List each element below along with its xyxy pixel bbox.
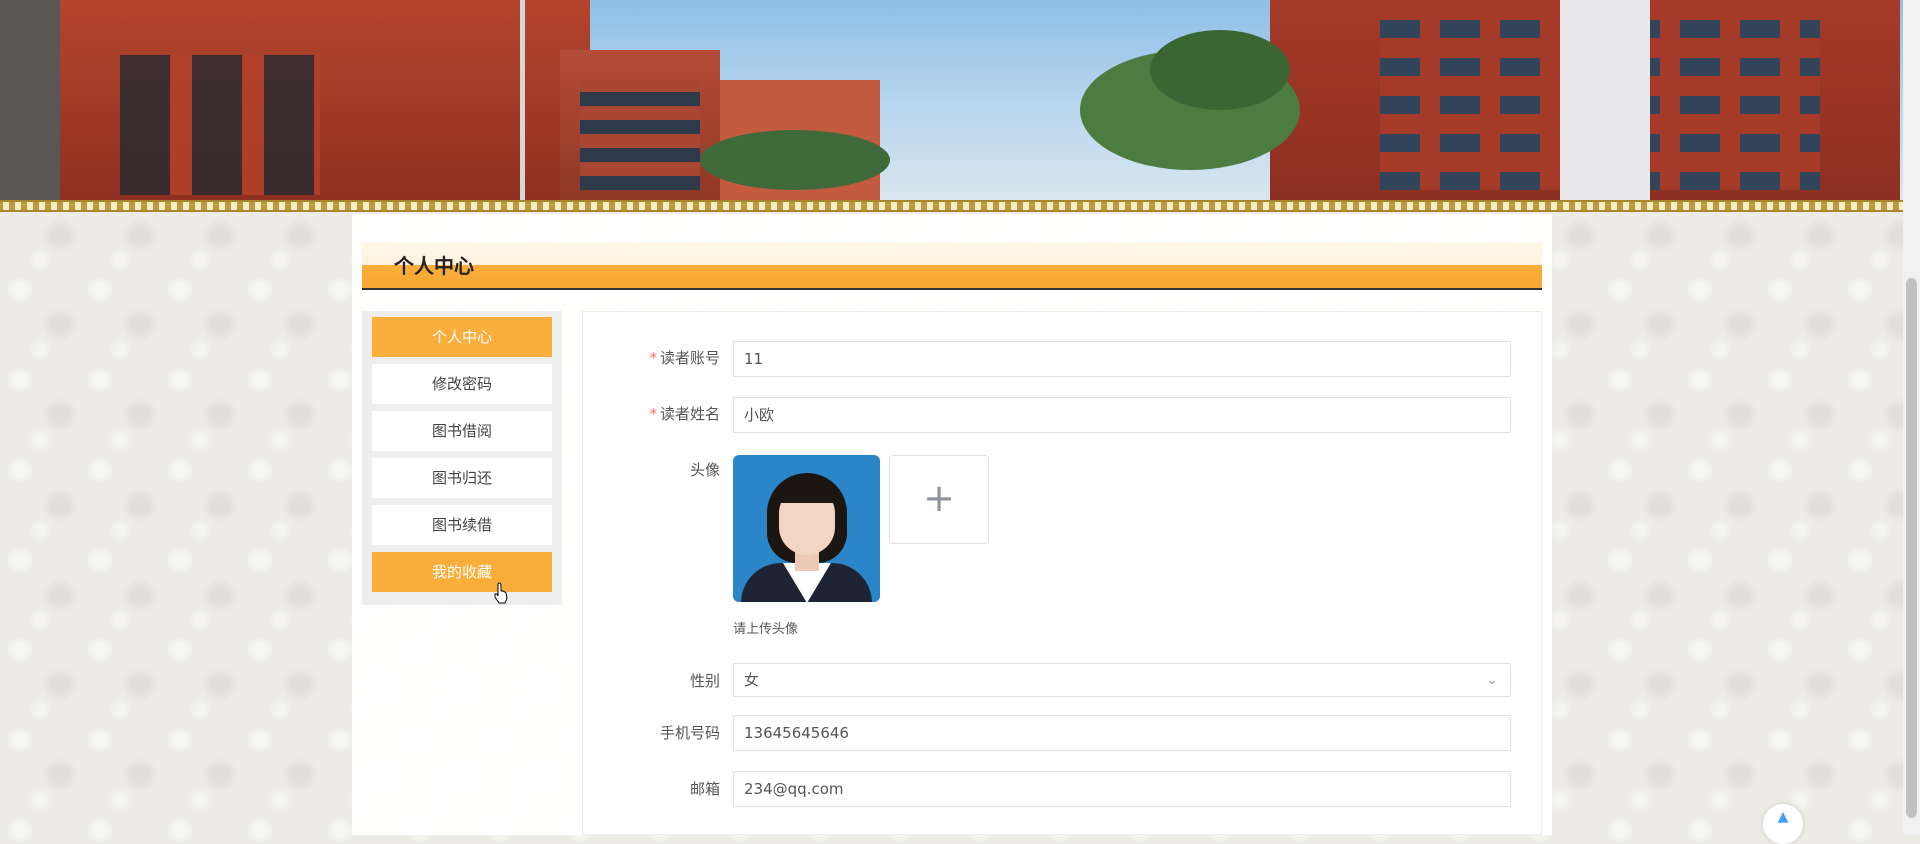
- page-title: 个人中心: [394, 254, 474, 278]
- sidebar-item-book-return[interactable]: 图书归还: [372, 458, 552, 498]
- required-mark: *: [649, 405, 657, 423]
- decorative-border: [0, 200, 1903, 212]
- gender-label: 性别: [689, 672, 720, 690]
- email-label: 邮箱: [689, 780, 720, 798]
- tree: [700, 130, 890, 190]
- flag-pole: [520, 0, 525, 200]
- section-header: 个人中心: [362, 242, 1542, 290]
- hand-cursor-icon: [494, 582, 508, 604]
- account-label: * 读者账号: [649, 349, 720, 367]
- plus-icon: +: [923, 476, 955, 520]
- tree: [1150, 30, 1290, 110]
- upload-avatar-button[interactable]: +: [889, 455, 989, 544]
- account-input[interactable]: 11: [733, 341, 1511, 377]
- building-red-left: [60, 0, 590, 200]
- gender-select[interactable]: 女 ⌄: [733, 663, 1511, 697]
- avatar-image[interactable]: [733, 455, 880, 602]
- page-scrollbar[interactable]: [1903, 0, 1920, 835]
- chevron-down-icon: ⌄: [1486, 672, 1498, 688]
- gender-value: 女: [744, 671, 760, 689]
- sidebar-item-book-borrow[interactable]: 图书借阅: [372, 411, 552, 451]
- sidebar-item-profile[interactable]: 个人中心: [372, 317, 552, 357]
- sidebar-item-my-favorites[interactable]: 我的收藏: [372, 552, 552, 592]
- required-mark: *: [649, 349, 657, 367]
- name-label: * 读者姓名: [649, 405, 720, 423]
- building-mid: [560, 50, 720, 200]
- caret-up-icon: ▲: [1777, 809, 1789, 825]
- profile-form: [582, 311, 1542, 835]
- back-to-top-button[interactable]: ▲: [1763, 804, 1803, 844]
- building-white-tower: [1560, 0, 1650, 200]
- avatar-hint: 请上传头像: [733, 622, 799, 637]
- scrollbar-thumb[interactable]: [1906, 278, 1917, 818]
- campus-banner: [0, 0, 1903, 200]
- phone-label: 手机号码: [659, 724, 720, 742]
- avatar-label: 头像: [689, 461, 720, 479]
- sidebar-item-book-renew[interactable]: 图书续借: [372, 505, 552, 545]
- sidebar-item-change-password[interactable]: 修改密码: [372, 364, 552, 404]
- email-input[interactable]: 234@qq.com: [733, 771, 1511, 807]
- name-input[interactable]: 小欧: [733, 397, 1511, 433]
- sidebar-menu: 个人中心 修改密码 图书借阅 图书归还 图书续借 我的收藏: [362, 311, 562, 605]
- phone-input[interactable]: 13645645646: [733, 715, 1511, 751]
